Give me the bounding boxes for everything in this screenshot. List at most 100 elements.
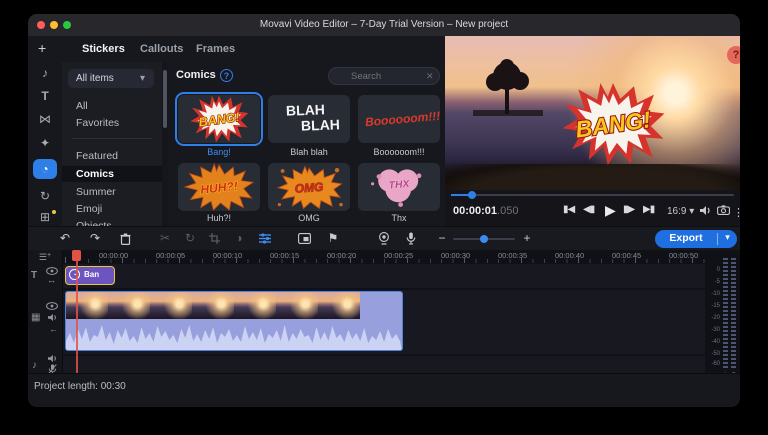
- transitions-icon[interactable]: ⋈: [28, 112, 62, 126]
- add-media-button[interactable]: +: [38, 40, 46, 56]
- meter-bar-right: [731, 258, 736, 370]
- video-thumbnail: [192, 292, 234, 319]
- category-scrollbar[interactable]: [163, 70, 167, 128]
- video-track-visibility-icon[interactable]: [46, 302, 58, 310]
- huh-sticker-art: HUH?!: [183, 163, 255, 211]
- crop-icon[interactable]: [209, 233, 220, 244]
- sticker-label: Bang!: [207, 147, 231, 157]
- playhead-handle[interactable]: [72, 250, 81, 261]
- app-window: Movavi Video Editor – 7-Day Trial Versio…: [28, 14, 740, 407]
- sticker-label: Boooooom!!!: [373, 147, 425, 157]
- linked-audio-clip[interactable]: [66, 319, 402, 350]
- delete-icon[interactable]: [120, 233, 131, 245]
- title-track-link-icon[interactable]: ↔: [47, 275, 56, 285]
- sticker-label: OMG: [298, 213, 320, 223]
- snapshot-camera-icon[interactable]: [717, 205, 730, 215]
- category-emoji[interactable]: Emoji: [62, 201, 162, 217]
- category-all[interactable]: All: [62, 98, 162, 114]
- timeline-toolbar: ↶ ↷ ✂ ↻ ◑ ⚑ − + Export ▾: [28, 226, 740, 251]
- audio-icon[interactable]: ♪: [28, 66, 62, 80]
- video-preview[interactable]: BANG! ?: [445, 36, 740, 190]
- export-button[interactable]: Export ▾: [655, 230, 737, 248]
- more-tools-icon[interactable]: ⊞: [28, 210, 62, 224]
- split-scissors-icon[interactable]: ✂: [156, 231, 174, 245]
- meter-bar-left: [723, 258, 728, 370]
- status-bar: Project length: 00:30: [28, 373, 740, 407]
- search-clear-icon[interactable]: ✕: [426, 71, 434, 82]
- add-track-icon[interactable]: ☰+: [28, 252, 62, 263]
- video-clip[interactable]: [65, 291, 403, 351]
- video-thumbnail: [150, 292, 192, 319]
- tree-silhouette: [473, 59, 543, 116]
- omg-sticker-art: OMG: [276, 165, 343, 210]
- animation-icon[interactable]: ↻: [28, 189, 62, 203]
- category-comics[interactable]: Comics: [62, 166, 162, 182]
- sticker-tile-bang[interactable]: BANG!: [175, 92, 263, 146]
- more-options-icon[interactable]: ⋮: [733, 206, 740, 219]
- sticker-tile-blahblah[interactable]: BLAH BLAH: [268, 95, 350, 143]
- color-adjust-icon[interactable]: ◑: [230, 231, 248, 245]
- help-button[interactable]: ?: [727, 46, 740, 64]
- svg-text:THX: THX: [388, 179, 411, 192]
- step-forward-button[interactable]: ▮▶: [623, 204, 635, 215]
- window-title: Movavi Video Editor – 7-Day Trial Versio…: [259, 19, 509, 30]
- playhead-line[interactable]: [76, 250, 78, 373]
- rotate-icon[interactable]: ↻: [181, 231, 199, 245]
- step-back-button[interactable]: ◀▮: [583, 204, 595, 215]
- chevron-down-icon: ▾: [689, 206, 695, 217]
- marker-flag-icon[interactable]: ⚑: [324, 231, 342, 245]
- items-filter-value: All items: [76, 73, 114, 84]
- sticker-tile-boom[interactable]: Boooooom!!!: [358, 95, 440, 143]
- overlay-pip-icon[interactable]: [298, 233, 311, 244]
- category-featured[interactable]: Featured: [62, 148, 162, 164]
- zoom-out-icon[interactable]: −: [433, 231, 451, 245]
- effects-icon[interactable]: ✦: [28, 136, 62, 150]
- audio-track-lane[interactable]: [62, 356, 705, 373]
- sticker-tile-huh[interactable]: HUH?!: [178, 163, 260, 211]
- title-track-visibility-icon[interactable]: [46, 267, 58, 275]
- category-objects[interactable]: Objects: [62, 218, 162, 226]
- play-button[interactable]: ▶: [605, 202, 616, 219]
- zoom-in-icon[interactable]: +: [518, 231, 536, 245]
- clip-properties-icon[interactable]: [259, 233, 271, 244]
- category-panel: All items ▾ All Favorites Featured Comic…: [62, 62, 162, 226]
- export-divider: [717, 233, 718, 245]
- tab-callouts[interactable]: Callouts: [140, 43, 183, 55]
- aspect-ratio-dropdown[interactable]: 16:9 ▾: [667, 206, 694, 217]
- export-options-chevron-icon[interactable]: ▾: [719, 232, 736, 243]
- sticker-tile-thx[interactable]: THX: [358, 163, 440, 211]
- microphone-icon[interactable]: [406, 232, 416, 245]
- seek-handle[interactable]: [468, 191, 476, 199]
- video-thumbnail: [66, 292, 108, 319]
- undo-button[interactable]: ↶: [56, 231, 74, 245]
- video-track-arrow-icon[interactable]: ←: [49, 324, 58, 334]
- audio-waveform: [66, 325, 402, 350]
- sticker-track-lane[interactable]: [62, 264, 705, 288]
- stickers-icon[interactable]: ◔: [33, 159, 57, 179]
- category-favorites[interactable]: Favorites: [62, 115, 162, 131]
- volume-icon[interactable]: [699, 205, 712, 216]
- track-headers: ☰+ T ↔ ▦ ← ♪: [28, 250, 63, 375]
- search-input[interactable]: [328, 67, 440, 85]
- category-summer[interactable]: Summer: [62, 184, 162, 200]
- seek-bar[interactable]: [451, 194, 734, 196]
- video-track-audio-icon[interactable]: [47, 313, 58, 322]
- sticker-clip[interactable]: ◔ Ban: [65, 266, 115, 285]
- shore-foreground: [445, 164, 740, 190]
- redo-button[interactable]: ↷: [86, 231, 104, 245]
- skip-start-button[interactable]: ▮◀: [563, 204, 575, 215]
- collection-help-icon[interactable]: ?: [220, 69, 233, 82]
- bang-sticker-overlay[interactable]: BANG!: [557, 82, 669, 166]
- titles-icon[interactable]: T: [28, 89, 62, 103]
- tab-frames[interactable]: Frames: [196, 43, 235, 55]
- webcam-icon[interactable]: [378, 232, 390, 245]
- items-filter-dropdown[interactable]: All items ▾: [68, 69, 154, 88]
- project-length-label: Project length: 00:30: [34, 381, 126, 392]
- sticker-label: Blah blah: [290, 147, 328, 157]
- sticker-tile-omg[interactable]: OMG: [268, 163, 350, 211]
- audio-track-volume-icon[interactable]: [47, 354, 58, 363]
- video-track-icon: ▦: [31, 312, 41, 323]
- tab-stickers[interactable]: Stickers: [82, 43, 125, 55]
- timeline-zoom-handle[interactable]: [480, 235, 488, 243]
- skip-end-button[interactable]: ▶▮: [643, 204, 655, 215]
